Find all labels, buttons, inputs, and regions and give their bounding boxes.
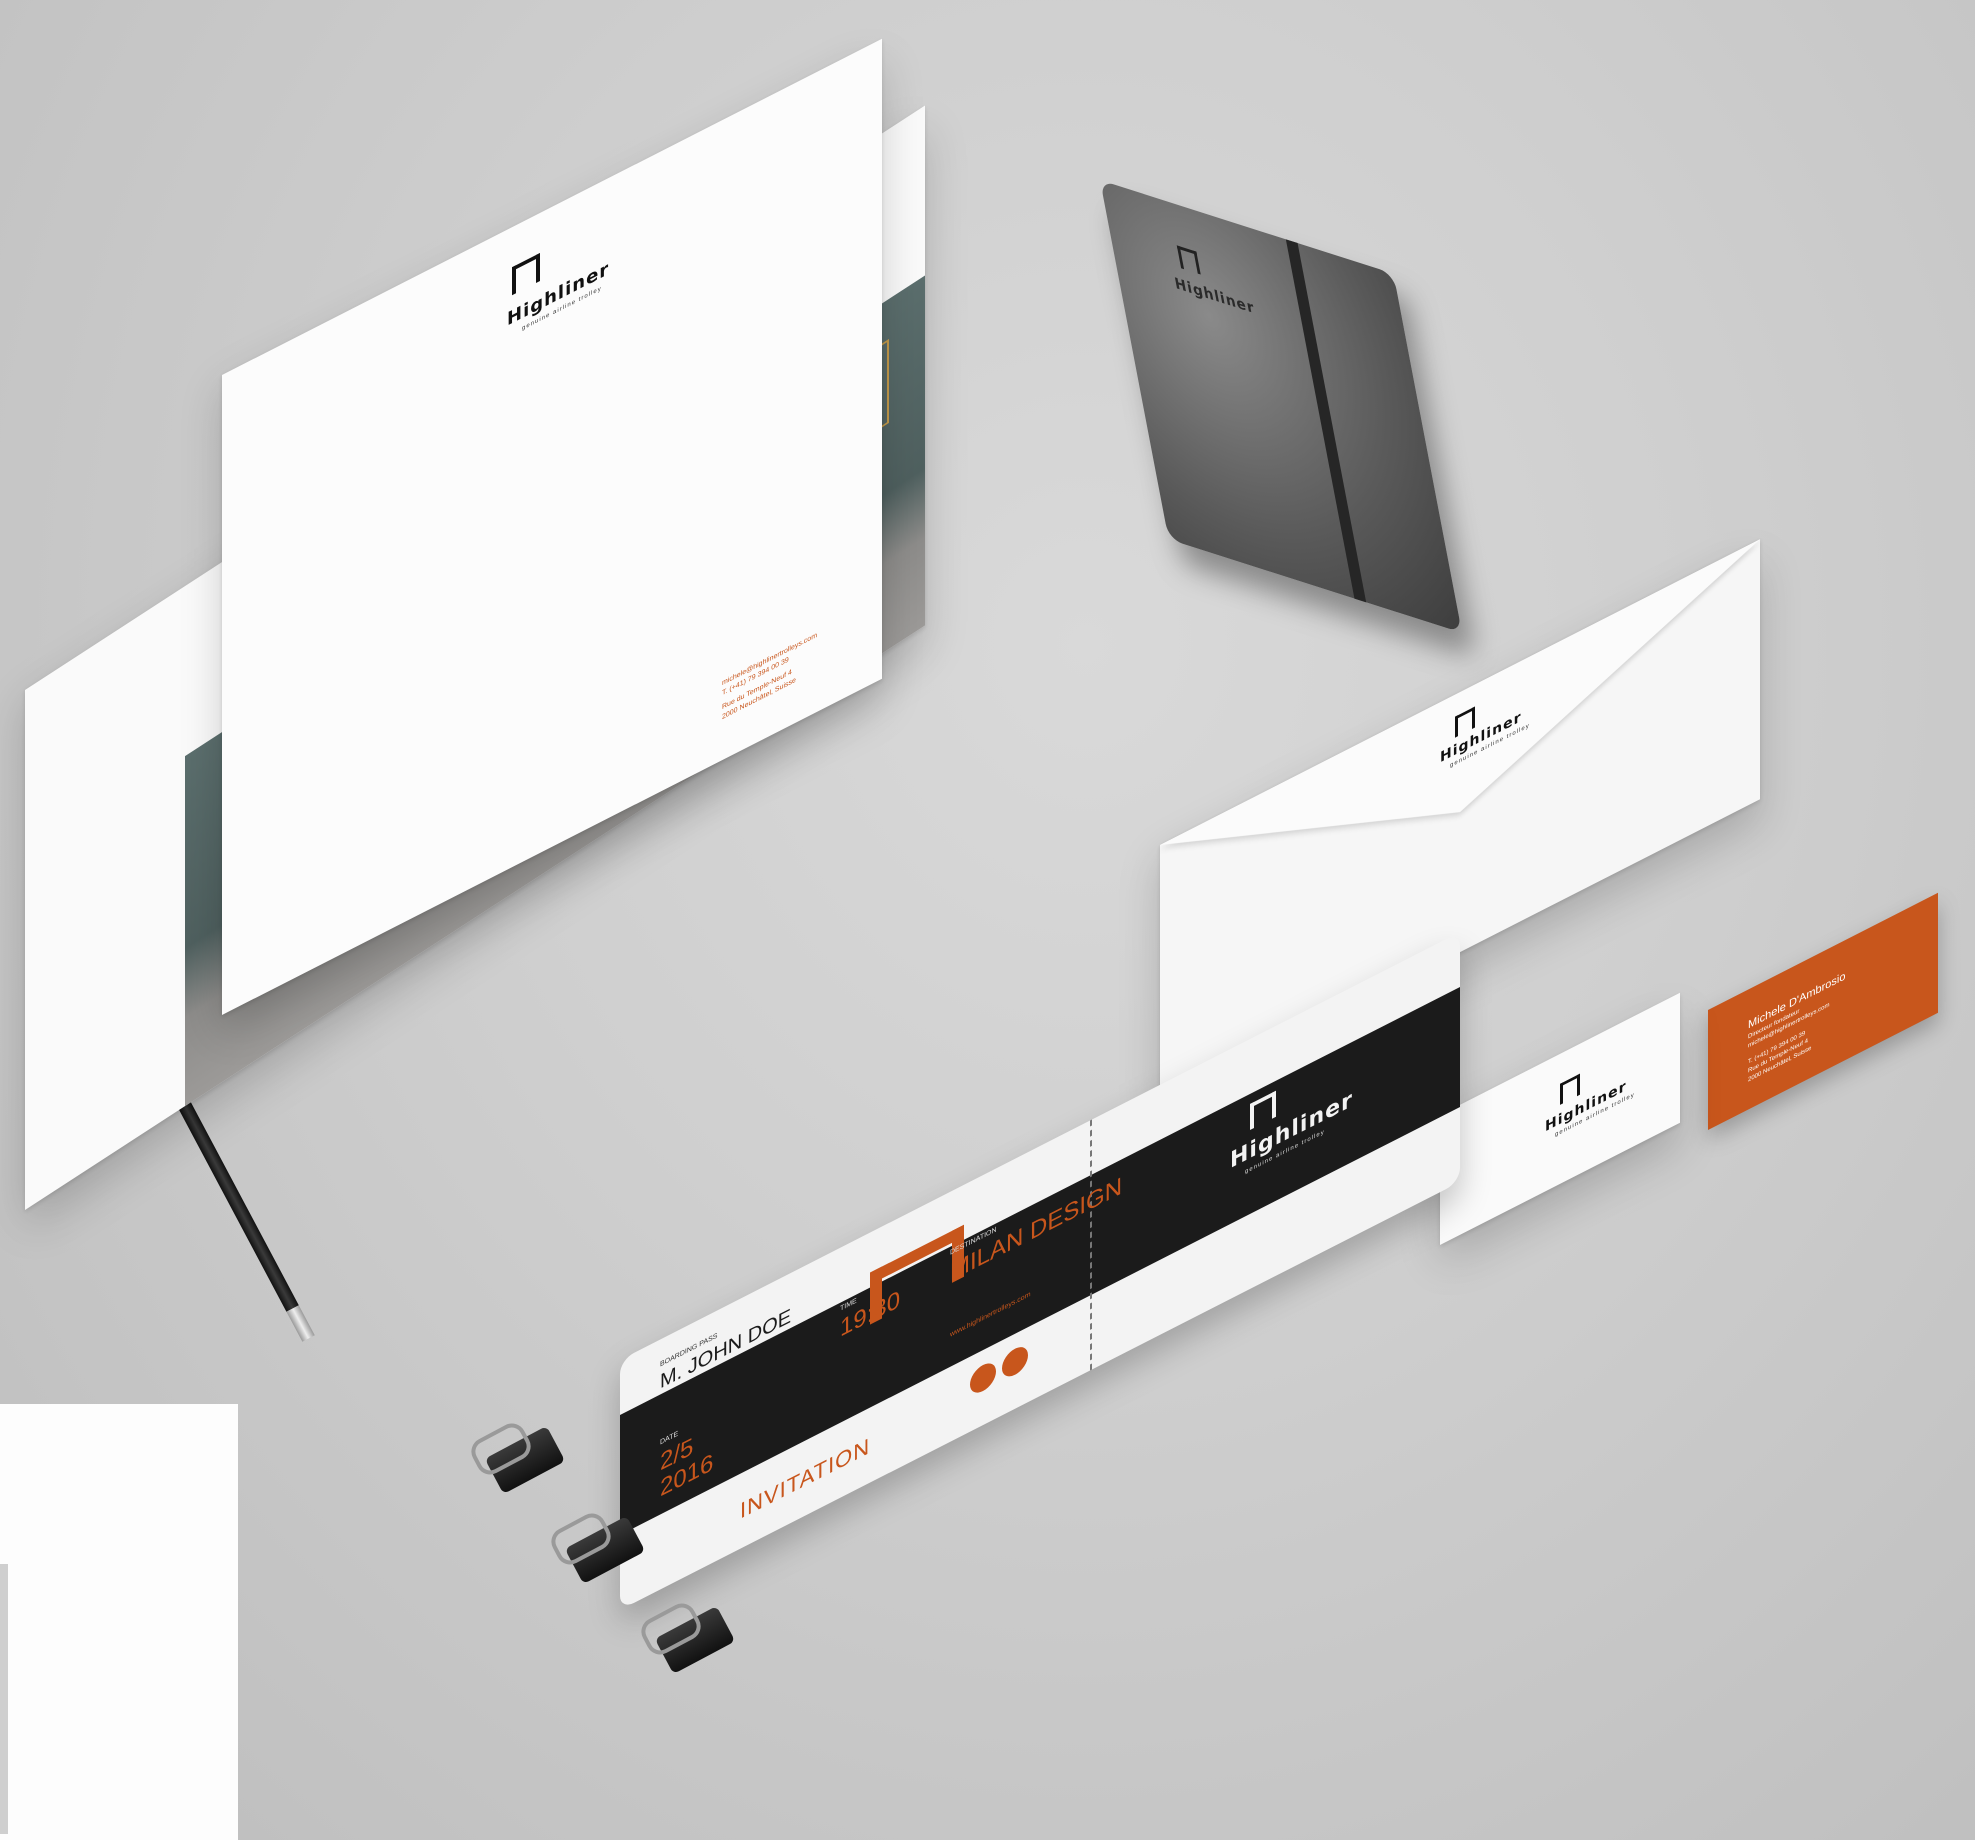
- decor-dot-2: [1002, 1342, 1028, 1382]
- business-card-orange: Michele D'Ambrosio Directeur fondateur m…: [1708, 892, 1938, 1130]
- notebook-icon: Highliner: [1100, 180, 1463, 633]
- notebook-logo-mark: [1176, 245, 1201, 275]
- boarding-pass-dark-band: [620, 986, 1460, 1535]
- white-card-logo-mark: [1560, 1073, 1580, 1105]
- stationery-mockup-scene: Highliner genuine airline trolley Highli…: [0, 0, 1975, 1840]
- boarding-pass-perforation: [1090, 1119, 1092, 1371]
- binder-clip-icon: [466, 1404, 583, 1517]
- letterhead-logo-mark: [512, 252, 540, 296]
- decor-dot-1: [970, 1358, 996, 1398]
- corner-panel: [0, 1404, 238, 1840]
- corner-panel-edge: [0, 1564, 8, 1834]
- notebook-elastic-band: [1285, 239, 1367, 603]
- business-card-white: Highliner genuine airline trolley: [1440, 992, 1680, 1245]
- notebook-brand-name: Highliner: [1173, 274, 1257, 318]
- boarding-pass: BOARDING PASS M. JOHN DOE TIME 19:30 DES…: [620, 931, 1460, 1610]
- binder-clip-icon: [636, 1584, 753, 1697]
- letterhead: Highliner genuine airline trolley michel…: [222, 38, 882, 1016]
